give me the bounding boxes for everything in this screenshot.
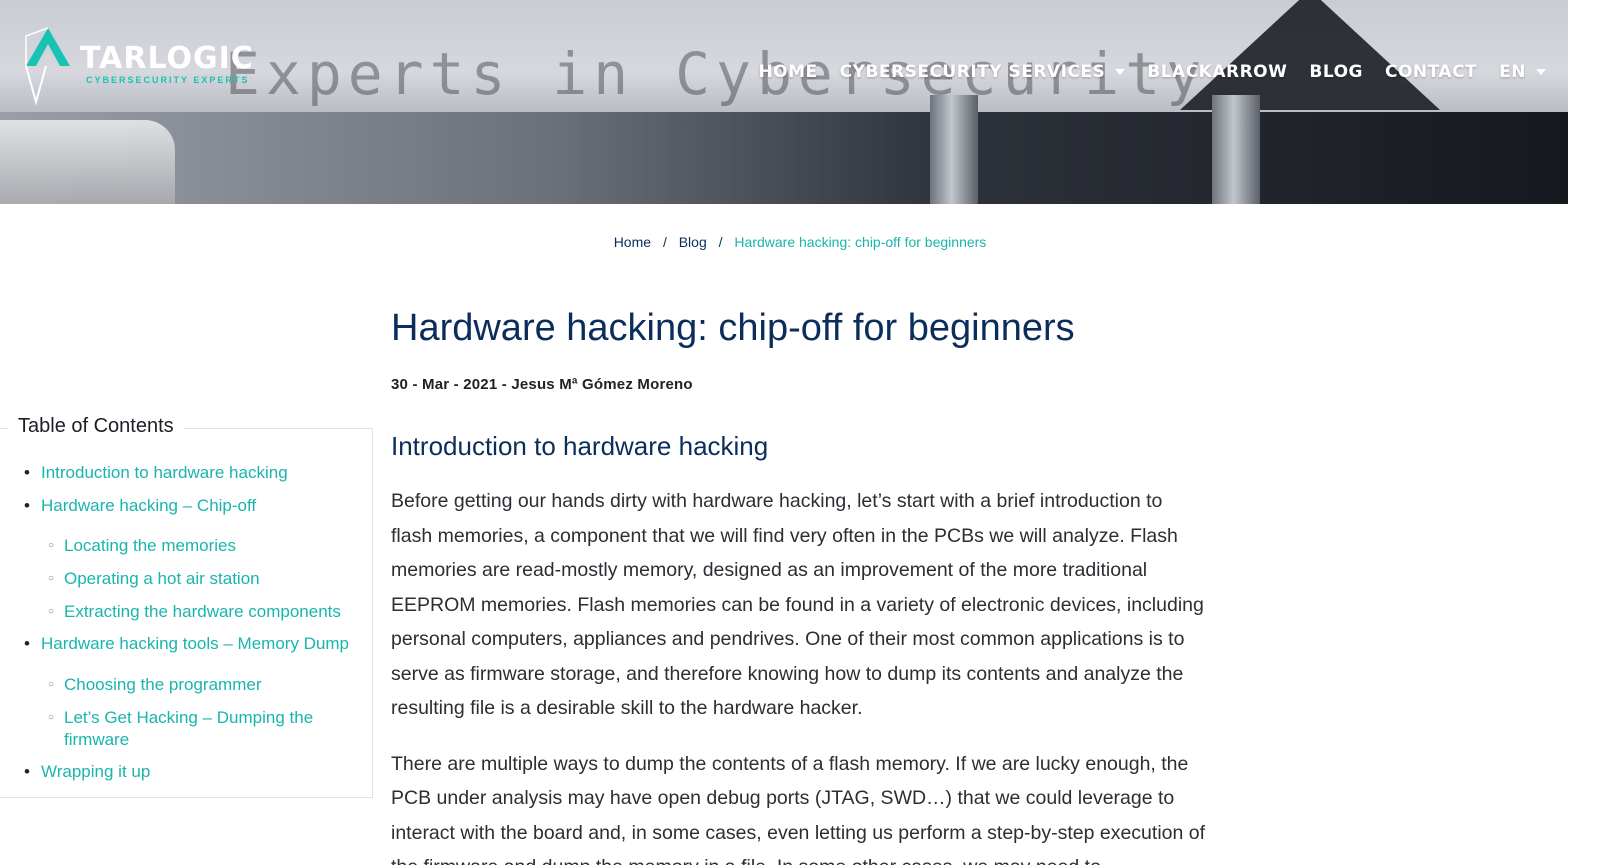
breadcrumb-separator: / <box>662 234 667 250</box>
hero-roller <box>0 120 175 204</box>
hero-header: Experts in Cybersecurity TARLOGIC CYBERS… <box>0 0 1568 204</box>
hero-typebar-right <box>1212 95 1260 204</box>
toc-item-introduction[interactable]: Introduction to hardware hacking <box>24 463 288 483</box>
chevron-down-icon <box>1115 69 1126 75</box>
toc-item-chip-off[interactable]: Hardware hacking – Chip-off <box>24 496 256 516</box>
table-of-contents: Table of Contents Introduction to hardwa… <box>0 415 373 798</box>
logo-brand-text: TARLOGIC <box>80 41 254 76</box>
breadcrumb: Home / Blog / Hardware hacking: chip-off… <box>0 234 1600 250</box>
logo-tagline: CYBERSECURITY EXPERTS <box>86 75 250 85</box>
toc-subitem-locating-memories[interactable]: Locating the memories <box>48 535 236 557</box>
section-heading: Introduction to hardware hacking <box>391 431 769 461</box>
nav-language-selector[interactable]: EN <box>1499 62 1546 82</box>
tarlogic-logo-icon <box>25 27 70 106</box>
nav-blog[interactable]: BLOG <box>1309 62 1363 82</box>
nav-blackarrow[interactable]: BLACKARROW <box>1147 62 1287 82</box>
toc-subitem-extracting-components[interactable]: Extracting the hardware components <box>48 601 341 623</box>
main-navigation: HOME CYBERSECURITY SERVICES BLACKARROW B… <box>758 62 1546 82</box>
article-paragraph: Before getting our hands dirty with hard… <box>391 490 1204 719</box>
toc-subitem-dumping-firmware[interactable]: Let’s Get Hacking – Dumping the firmware <box>48 707 338 751</box>
article-title: Hardware hacking: chip-off for beginners <box>391 307 1075 349</box>
hero-ribbon-background <box>0 112 1568 204</box>
article-paragraph: There are multiple ways to dump the cont… <box>391 752 1206 865</box>
nav-home[interactable]: HOME <box>758 62 817 82</box>
chevron-down-icon <box>1536 69 1546 75</box>
breadcrumb-separator: / <box>718 234 723 250</box>
nav-contact[interactable]: CONTACT <box>1385 62 1477 82</box>
breadcrumb-current: Hardware hacking: chip-off for beginners <box>734 234 987 250</box>
breadcrumb-home[interactable]: Home <box>614 234 651 250</box>
toc-item-memory-dump[interactable]: Hardware hacking tools – Memory Dump <box>24 634 349 654</box>
toc-subitem-choosing-programmer[interactable]: Choosing the programmer <box>48 674 261 696</box>
breadcrumb-blog[interactable]: Blog <box>679 234 707 250</box>
toc-title: Table of Contents <box>8 415 184 438</box>
article-meta: 30 - Mar - 2021 - Jesus Mª Gómez Moreno <box>391 376 693 393</box>
hero-typebar-left <box>930 95 978 204</box>
toc-item-wrapping-up[interactable]: Wrapping it up <box>24 762 150 782</box>
article: Hardware hacking: chip-off for beginners… <box>391 300 1206 865</box>
nav-cybersecurity-services[interactable]: CYBERSECURITY SERVICES <box>840 62 1126 82</box>
toc-subitem-hot-air-station[interactable]: Operating a hot air station <box>48 568 260 590</box>
site-logo[interactable]: TARLOGIC CYBERSECURITY EXPERTS <box>22 24 254 108</box>
